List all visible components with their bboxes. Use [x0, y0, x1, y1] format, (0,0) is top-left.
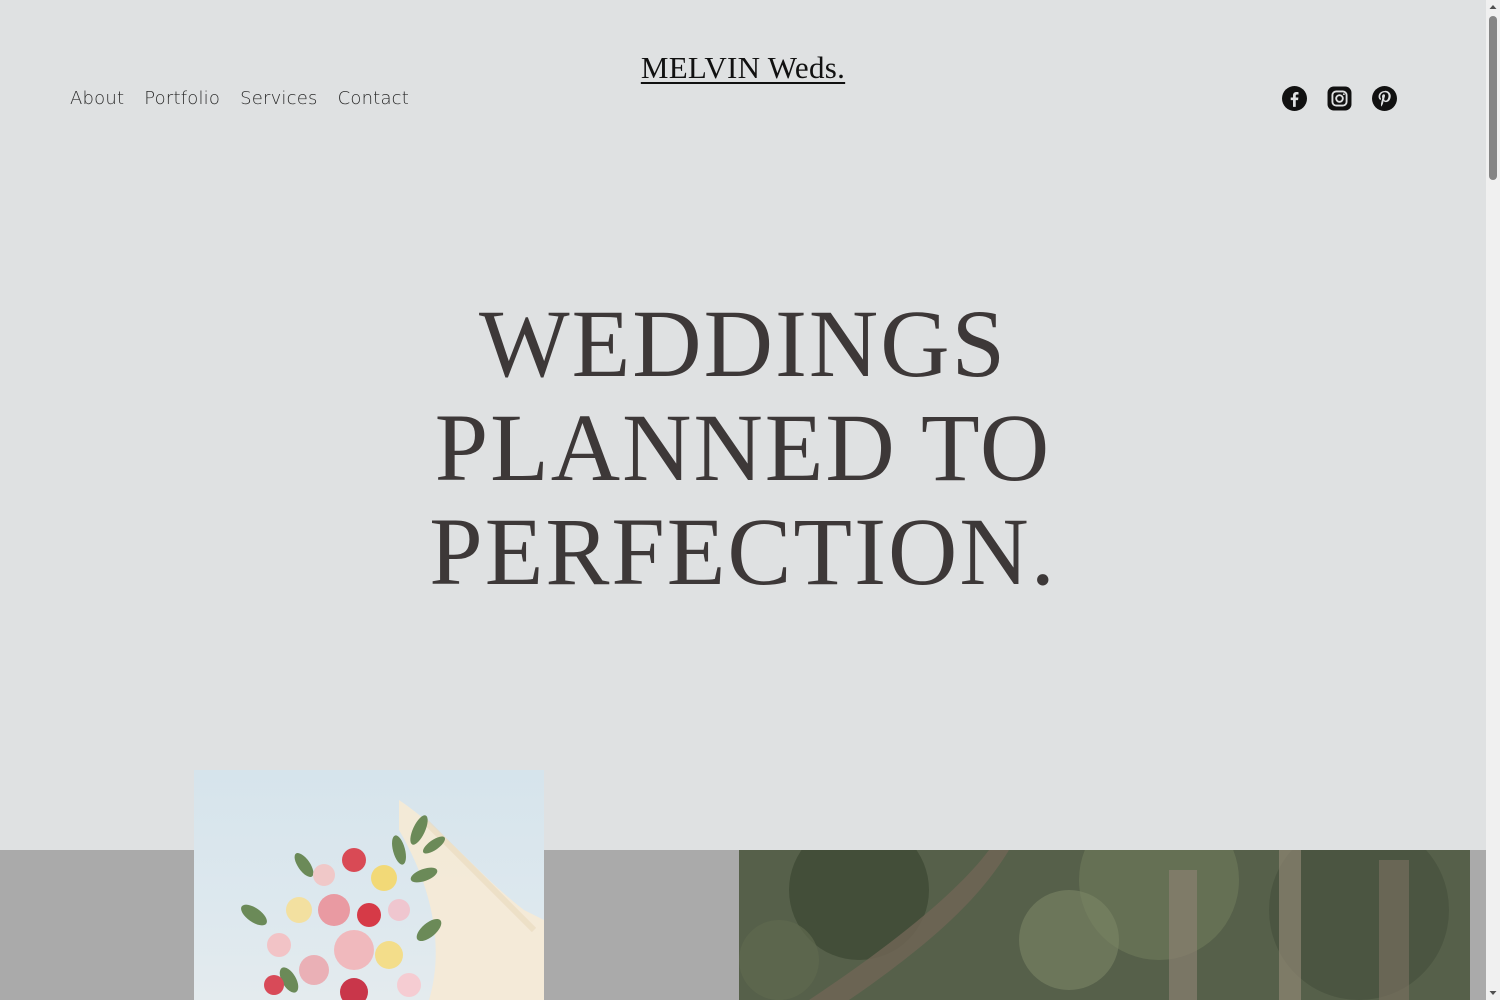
page: About Portfolio Services Contact MELVIN … — [0, 0, 1486, 1000]
nav-contact[interactable]: Contact — [338, 88, 409, 109]
scroll-down-arrow-icon[interactable] — [1486, 986, 1500, 1000]
nav-about[interactable]: About — [70, 88, 124, 109]
nav-portfolio[interactable]: Portfolio — [144, 88, 220, 109]
hero-line-3: PERFECTION. — [429, 498, 1057, 605]
facebook-icon[interactable] — [1282, 86, 1307, 111]
hero-line-1: WEDDINGS — [479, 290, 1007, 397]
hero-line-2: PLANNED TO — [434, 394, 1052, 501]
site-logo[interactable]: MELVIN Weds. — [641, 50, 845, 85]
vertical-scrollbar[interactable] — [1486, 0, 1500, 1000]
pinterest-icon[interactable] — [1372, 86, 1397, 111]
main-nav: About Portfolio Services Contact — [70, 88, 409, 109]
flower-bouquet-photo — [194, 770, 544, 1000]
social-links — [1282, 86, 1397, 111]
nav-services[interactable]: Services — [240, 88, 318, 109]
scrollbar-thumb[interactable] — [1489, 16, 1497, 180]
forest-photo — [739, 850, 1470, 1000]
instagram-icon[interactable] — [1327, 86, 1352, 111]
scroll-up-arrow-icon[interactable] — [1486, 0, 1500, 14]
hero-heading: WEDDINGS PLANNED TO PERFECTION. — [0, 292, 1486, 604]
logo-container: MELVIN Weds. — [0, 50, 1486, 86]
